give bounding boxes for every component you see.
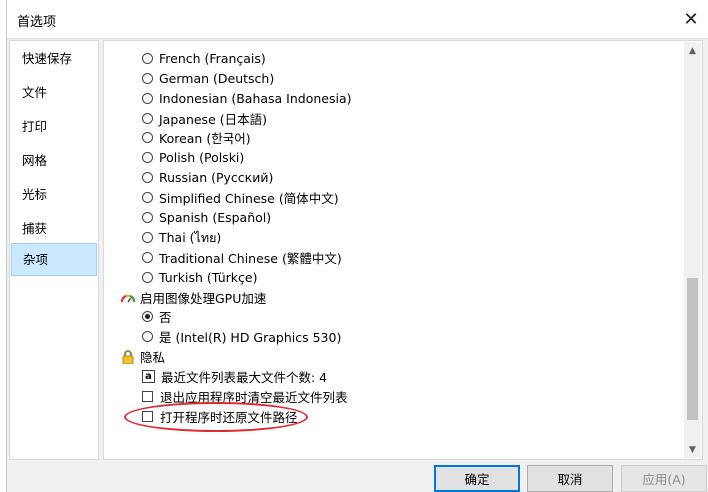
radio-button[interactable] — [142, 252, 153, 263]
gpu-option-no[interactable]: 否 — [142, 307, 172, 326]
language-label: Thai (ไทย) — [159, 229, 222, 245]
radio-button[interactable] — [142, 232, 153, 243]
window-title: 首选项 — [17, 15, 57, 30]
language-option[interactable]: Spanish (Español) — [142, 208, 271, 227]
language-label: German (Deutsch) — [159, 71, 275, 86]
cancel-button[interactable]: 取消 — [527, 465, 613, 492]
language-option[interactable]: Turkish (Türkçe) — [142, 268, 257, 287]
sidebar-item-print[interactable]: 打印 — [11, 110, 97, 143]
close-icon[interactable]: ✕ — [678, 7, 704, 31]
radio-button[interactable] — [142, 152, 153, 163]
language-option[interactable]: French (Français) — [142, 49, 266, 68]
scroll-down-icon[interactable]: ▼ — [684, 441, 701, 458]
clear-recent-on-exit-option[interactable]: 退出应用程序时清空最近文件列表 — [142, 387, 348, 406]
sidebar-item-cursor[interactable]: 光标 — [11, 178, 97, 211]
language-label: Turkish (Türkçe) — [159, 270, 258, 285]
language-label: Simplified Chinese (简体中文) — [159, 191, 339, 206]
language-option[interactable]: Simplified Chinese (简体中文) — [142, 188, 339, 207]
title-bar: 首选项 ✕ — [7, 0, 708, 39]
category-sidebar: 快速保存 文件 打印 网格 光标 捕获 杂项 — [9, 40, 99, 460]
preferences-dialog: 首选项 ✕ 快速保存 文件 打印 网格 光标 捕获 杂项 French (Fra… — [6, 0, 708, 492]
language-option[interactable]: Traditional Chinese (繁體中文) — [142, 248, 342, 267]
restore-path-label: 打开程序时还原文件路径 — [160, 410, 298, 425]
scroll-thumb[interactable] — [687, 278, 698, 420]
language-option[interactable]: Korean (한국어) — [142, 128, 251, 147]
radio-button[interactable] — [142, 113, 153, 124]
radio-button[interactable] — [142, 272, 153, 283]
radio-button[interactable] — [142, 192, 153, 203]
language-option[interactable]: Indonesian (Bahasa Indonesia) — [142, 89, 352, 108]
gpu-heading-label: 启用图像处理GPU加速 — [140, 291, 267, 306]
radio-button[interactable] — [142, 212, 153, 223]
sidebar-item-misc[interactable]: 杂项 — [11, 243, 97, 276]
radio-button[interactable] — [142, 331, 153, 342]
language-option[interactable]: Polish (Polski) — [142, 148, 244, 167]
gpu-section-heading: 启用图像处理GPU加速 — [120, 288, 266, 307]
language-option[interactable]: Russian (Русский) — [142, 168, 273, 187]
gauge-icon — [120, 293, 136, 302]
language-label: Korean (한국어) — [159, 131, 251, 146]
restore-path-option[interactable]: 打开程序时还原文件路径 — [142, 407, 298, 426]
text-field-icon: a — [142, 370, 155, 383]
checkbox[interactable] — [142, 411, 153, 422]
radio-button[interactable] — [142, 132, 153, 143]
sidebar-item-grid[interactable]: 网格 — [11, 144, 97, 177]
radio-button[interactable] — [142, 53, 153, 64]
language-option[interactable]: Japanese (日本語) — [142, 109, 267, 128]
max-recent-files-setting[interactable]: a 最近文件列表最大文件个数: 4 — [142, 367, 327, 386]
sidebar-item-capture[interactable]: 捕获 — [11, 212, 97, 245]
language-option[interactable]: Thai (ไทย) — [142, 228, 221, 247]
lock-icon — [122, 349, 134, 364]
settings-panel: French (Français) German (Deutsch) Indon… — [103, 40, 703, 460]
privacy-section-heading: 隐私 — [120, 347, 165, 366]
clear-recent-label: 退出应用程序时清空最近文件列表 — [160, 390, 348, 405]
radio-button[interactable] — [142, 93, 153, 104]
gpu-option-yes[interactable]: 是 (Intel(R) HD Graphics 530) — [142, 327, 341, 346]
language-label: Japanese (日本語) — [159, 112, 267, 127]
language-label: Traditional Chinese (繁體中文) — [159, 251, 342, 266]
sidebar-item-file[interactable]: 文件 — [11, 76, 97, 109]
max-recent-label: 最近文件列表最大文件个数: 4 — [161, 370, 328, 385]
language-label: Indonesian (Bahasa Indonesia) — [159, 91, 352, 106]
gpu-option-label: 否 — [159, 310, 172, 325]
checkbox[interactable] — [142, 391, 153, 402]
vertical-scrollbar[interactable]: ▲ ▼ — [684, 42, 701, 458]
radio-button[interactable] — [142, 73, 153, 84]
privacy-heading-label: 隐私 — [140, 350, 166, 365]
language-option[interactable]: German (Deutsch) — [142, 69, 274, 88]
radio-button[interactable] — [142, 311, 153, 322]
scroll-up-icon[interactable]: ▲ — [684, 42, 701, 59]
language-label: Russian (Русский) — [159, 170, 274, 185]
sidebar-item-quicksave[interactable]: 快速保存 — [11, 42, 97, 75]
gpu-option-label: 是 (Intel(R) HD Graphics 530) — [159, 330, 342, 345]
language-label: French (Français) — [159, 51, 266, 66]
ok-button[interactable]: 确定 — [434, 465, 520, 492]
apply-button[interactable]: 应用(A) — [621, 465, 707, 492]
language-label: Polish (Polski) — [159, 150, 245, 165]
radio-button[interactable] — [142, 172, 153, 183]
language-label: Spanish (Español) — [159, 210, 272, 225]
